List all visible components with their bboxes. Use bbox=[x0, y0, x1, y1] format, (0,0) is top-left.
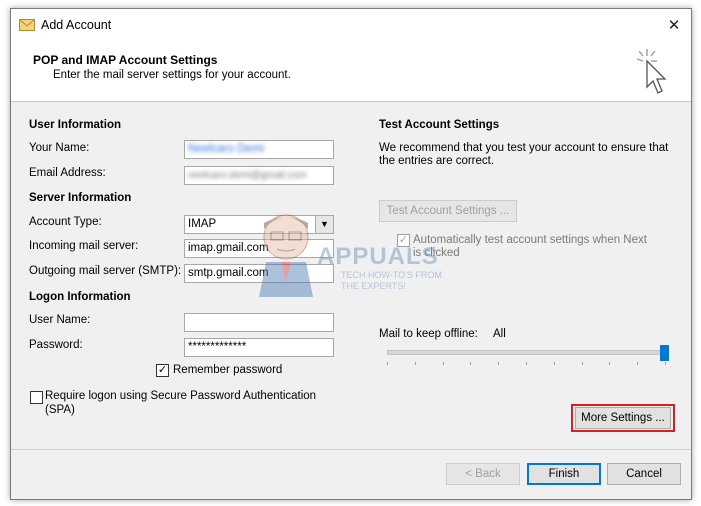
email-address-label: Email Address: bbox=[29, 167, 106, 179]
spa-label-line1: Require logon using Secure Password Auth… bbox=[45, 390, 317, 402]
spa-checkbox[interactable] bbox=[30, 391, 43, 404]
slider-tick bbox=[553, 362, 555, 365]
header-subtitle: Enter the mail server settings for your … bbox=[53, 69, 291, 81]
watermark-tagline-line2: THE EXPERTS! bbox=[341, 281, 406, 291]
mail-offline-value: All bbox=[493, 328, 506, 340]
close-button[interactable]: ✕ bbox=[661, 13, 687, 39]
test-settings-heading: Test Account Settings bbox=[379, 119, 500, 131]
account-type-label: Account Type: bbox=[29, 216, 102, 228]
slider-tick bbox=[387, 362, 388, 365]
password-input[interactable]: ************* bbox=[184, 338, 334, 357]
mascot-icon bbox=[259, 214, 313, 297]
your-name-label: Your Name: bbox=[29, 142, 90, 154]
window-title: Add Account bbox=[41, 18, 112, 32]
dialog-header: POP and IMAP Account Settings Enter the … bbox=[11, 43, 691, 102]
offline-slider-thumb[interactable] bbox=[660, 345, 669, 361]
offline-slider-track[interactable] bbox=[387, 350, 667, 355]
email-address-input[interactable]: neelcaro.demi@gmail.com bbox=[184, 166, 334, 185]
remember-password-label: Remember password bbox=[173, 364, 283, 376]
checkmark-icon: ✓ bbox=[157, 364, 168, 376]
watermark-brand: APPUALS bbox=[317, 243, 439, 270]
spa-label-line2: (SPA) bbox=[45, 404, 75, 416]
slider-tick bbox=[526, 362, 527, 365]
appuals-watermark: APPUALS TECH HOW-TO'S FROM THE EXPERTS! bbox=[251, 207, 451, 297]
outgoing-server-label: Outgoing mail server (SMTP): bbox=[29, 265, 182, 277]
test-settings-desc-line2: the entries are correct. bbox=[379, 155, 495, 167]
logon-info-heading: Logon Information bbox=[29, 291, 131, 303]
envelope-icon bbox=[19, 19, 35, 31]
cancel-button[interactable]: Cancel bbox=[607, 463, 681, 485]
account-type-value: IMAP bbox=[188, 218, 217, 230]
server-info-heading: Server Information bbox=[29, 192, 132, 204]
slider-tick bbox=[637, 362, 639, 365]
password-value: ************* bbox=[188, 341, 247, 353]
user-name-input[interactable] bbox=[184, 313, 334, 332]
slider-tick bbox=[470, 362, 472, 365]
add-account-dialog: Add Account ✕ POP and IMAP Account Setti… bbox=[10, 8, 692, 500]
remember-password-checkbox[interactable]: ✓ bbox=[156, 364, 169, 377]
title-bar: Add Account ✕ bbox=[11, 9, 691, 43]
slider-tick bbox=[442, 362, 444, 365]
user-name-label: User Name: bbox=[29, 314, 91, 326]
your-name-input[interactable]: Neelcaro Demi bbox=[184, 140, 334, 159]
slider-tick bbox=[609, 362, 611, 365]
footer-divider bbox=[11, 449, 691, 450]
user-info-heading: User Information bbox=[29, 119, 122, 131]
incoming-server-label: Incoming mail server: bbox=[29, 240, 139, 252]
header-title: POP and IMAP Account Settings bbox=[33, 53, 218, 67]
cursor-sparkle-icon bbox=[636, 49, 667, 94]
more-settings-button[interactable]: More Settings ... bbox=[575, 407, 671, 429]
test-settings-desc-line1: We recommend that you test your account … bbox=[379, 142, 669, 154]
your-name-value: Neelcaro Demi bbox=[188, 143, 265, 155]
finish-button[interactable]: Finish bbox=[527, 463, 601, 485]
watermark-tagline-line1: TECH HOW-TO'S FROM bbox=[341, 270, 442, 280]
slider-tick bbox=[581, 362, 583, 365]
back-button[interactable]: < Back bbox=[446, 463, 520, 485]
close-icon: ✕ bbox=[667, 17, 681, 34]
slider-tick bbox=[665, 362, 666, 365]
password-label: Password: bbox=[29, 339, 83, 351]
email-address-value: neelcaro.demi@gmail.com bbox=[188, 170, 307, 181]
mail-offline-label: Mail to keep offline: bbox=[379, 328, 478, 340]
slider-tick bbox=[498, 362, 500, 365]
slider-tick bbox=[414, 362, 416, 365]
